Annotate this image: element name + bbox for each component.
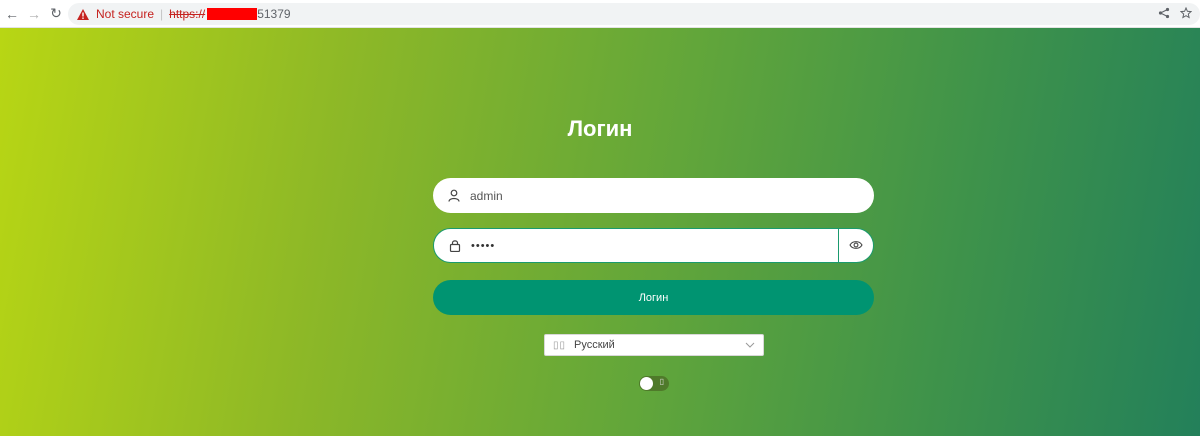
language-selected: Русский	[574, 339, 615, 351]
url-scheme: https://	[169, 7, 206, 21]
redacted-host	[207, 8, 258, 20]
address-separator: |	[160, 7, 164, 21]
username-field[interactable]: admin	[433, 178, 874, 213]
browser-toolbar: ← → ↻ Not secure | https:// 51379	[0, 0, 1200, 28]
theme-toggle[interactable]: ▯	[639, 376, 669, 391]
toggle-glyph: ▯	[659, 377, 664, 386]
reload-icon: ↻	[50, 5, 62, 21]
security-status[interactable]: Not secure	[96, 7, 154, 21]
show-password-button[interactable]	[838, 229, 873, 262]
back-button[interactable]: ←	[2, 4, 22, 24]
url-port: 51379	[257, 7, 291, 21]
password-field[interactable]: •••••	[433, 228, 874, 263]
reload-button[interactable]: ↻	[46, 4, 66, 24]
username-value[interactable]: admin	[470, 189, 503, 203]
star-icon[interactable]	[1179, 6, 1193, 22]
flag-icon: ▯▯	[553, 339, 567, 351]
chevron-down-icon	[745, 338, 755, 352]
lock-icon	[448, 239, 462, 253]
language-select[interactable]: ▯▯ Русский	[544, 334, 764, 356]
forward-button[interactable]: →	[24, 4, 44, 24]
user-icon	[447, 189, 461, 203]
back-arrow-icon: ←	[5, 5, 19, 22]
page-title: Логин	[567, 116, 633, 141]
eye-icon	[849, 237, 863, 255]
address-bar[interactable]: Not secure | https:// 51379	[68, 3, 1200, 25]
share-icon[interactable]	[1158, 7, 1170, 22]
forward-arrow-icon: →	[27, 5, 41, 22]
password-value[interactable]: •••••	[471, 240, 495, 252]
warning-icon[interactable]	[76, 7, 90, 21]
login-page: Логин admin ••••• Логин ▯▯ Русский ▯	[0, 28, 1200, 436]
toggle-knob	[640, 377, 653, 390]
login-button[interactable]: Логин	[433, 280, 874, 315]
address-bar-actions	[1158, 3, 1193, 25]
